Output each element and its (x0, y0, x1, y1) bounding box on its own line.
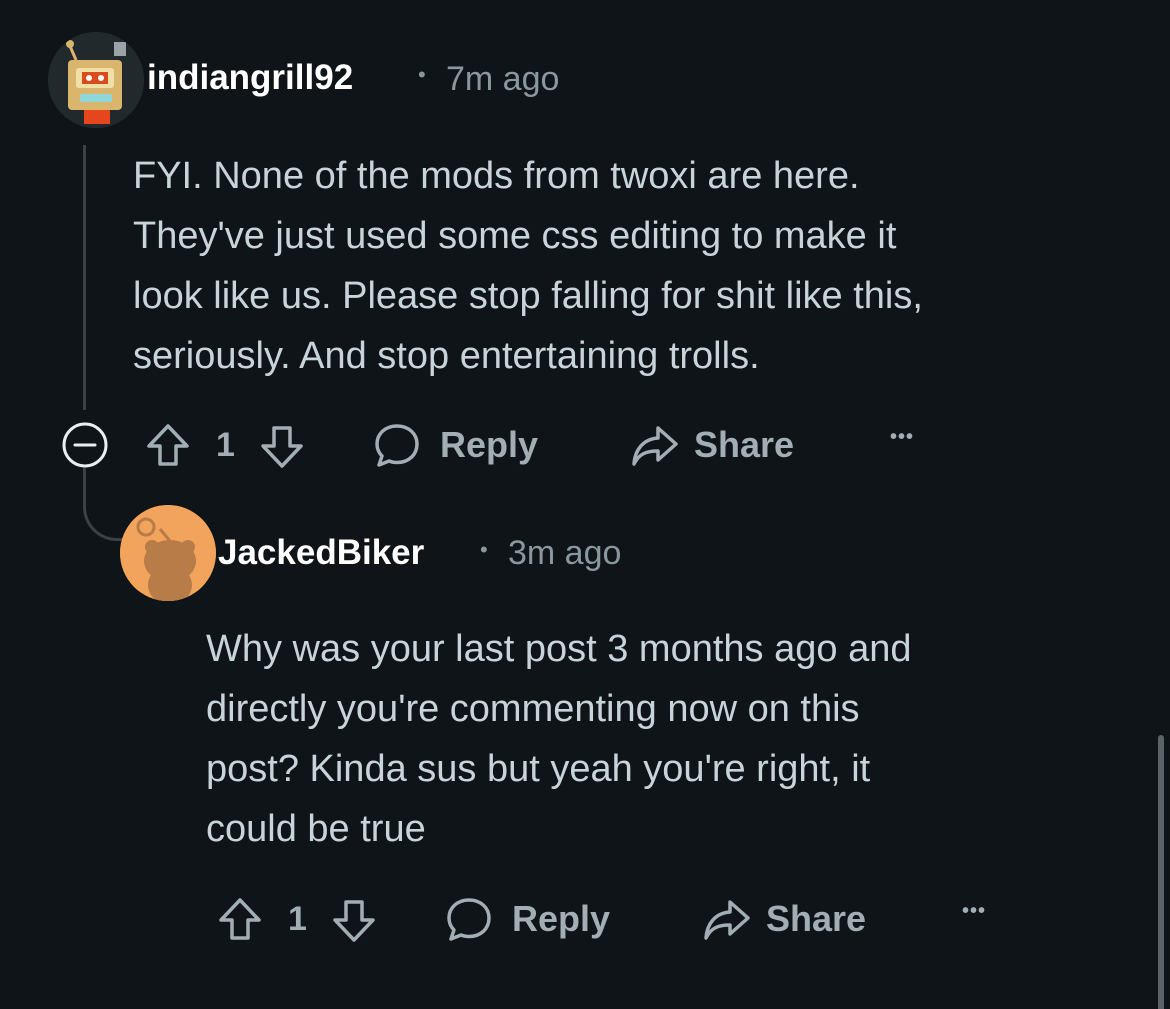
collapse-minus-icon[interactable] (61, 421, 109, 469)
reply-label: Reply (512, 898, 611, 939)
comment-timestamp: 3m ago (508, 534, 622, 572)
comment-body-line: post? Kinda sus but yeah you're right, i… (206, 748, 871, 790)
comment-body-line: look like us. Please stop falling for sh… (133, 275, 923, 317)
speech-bubble-icon (447, 898, 491, 941)
share-label: Share (766, 898, 867, 939)
share-arrow-icon (632, 426, 678, 466)
thread-line[interactable] (83, 145, 86, 410)
scrollbar[interactable] (1158, 735, 1164, 1009)
more-dots-icon[interactable]: ••• (962, 900, 986, 923)
avatar[interactable] (48, 32, 144, 128)
comment-body-line: could be true (206, 808, 426, 850)
avatar-robot-image (48, 32, 144, 128)
comment-body-line: directly you're commenting now on this (206, 688, 860, 730)
share-button[interactable]: Share (702, 894, 866, 944)
comment-body-line: FYI. None of the mods from twoxi are her… (133, 155, 860, 197)
share-arrow-icon (704, 900, 750, 940)
upvote-arrow-icon[interactable] (144, 421, 192, 469)
vote-count: 1 (216, 426, 235, 464)
separator-dot: • (480, 537, 488, 562)
speech-bubble-icon (375, 424, 419, 467)
comment-timestamp: 7m ago (446, 60, 560, 98)
downvote-arrow-icon[interactable] (330, 897, 378, 945)
comment-body-line: seriously. And stop entertaining trolls. (133, 335, 760, 377)
comment-body: FYI. None of the mods from twoxi are her… (133, 146, 923, 386)
comment-thread: indiangrill92 • 7m ago FYI. None of the … (0, 0, 1170, 1009)
comment-body-line: They've just used some css editing to ma… (133, 215, 897, 257)
comment-username[interactable]: indiangrill92 (147, 58, 353, 98)
upvote-arrow-icon[interactable] (216, 895, 264, 943)
separator-dot: • (418, 62, 426, 87)
thread-connector (83, 468, 126, 541)
downvote-arrow-icon[interactable] (258, 423, 306, 471)
avatar-snoo-image (120, 505, 216, 601)
comment-body: Why was your last post 3 months ago and … (206, 619, 911, 859)
reply-label: Reply (440, 424, 539, 465)
vote-count: 1 (288, 900, 307, 938)
share-label: Share (694, 424, 795, 465)
reply-button[interactable]: Reply (372, 420, 538, 470)
more-dots-icon[interactable]: ••• (890, 426, 914, 449)
comment-username[interactable]: JackedBiker (218, 533, 424, 573)
comment-body-line: Why was your last post 3 months ago and (206, 628, 912, 670)
reply-button[interactable]: Reply (444, 894, 610, 944)
share-button[interactable]: Share (630, 420, 794, 470)
avatar[interactable] (120, 505, 216, 601)
